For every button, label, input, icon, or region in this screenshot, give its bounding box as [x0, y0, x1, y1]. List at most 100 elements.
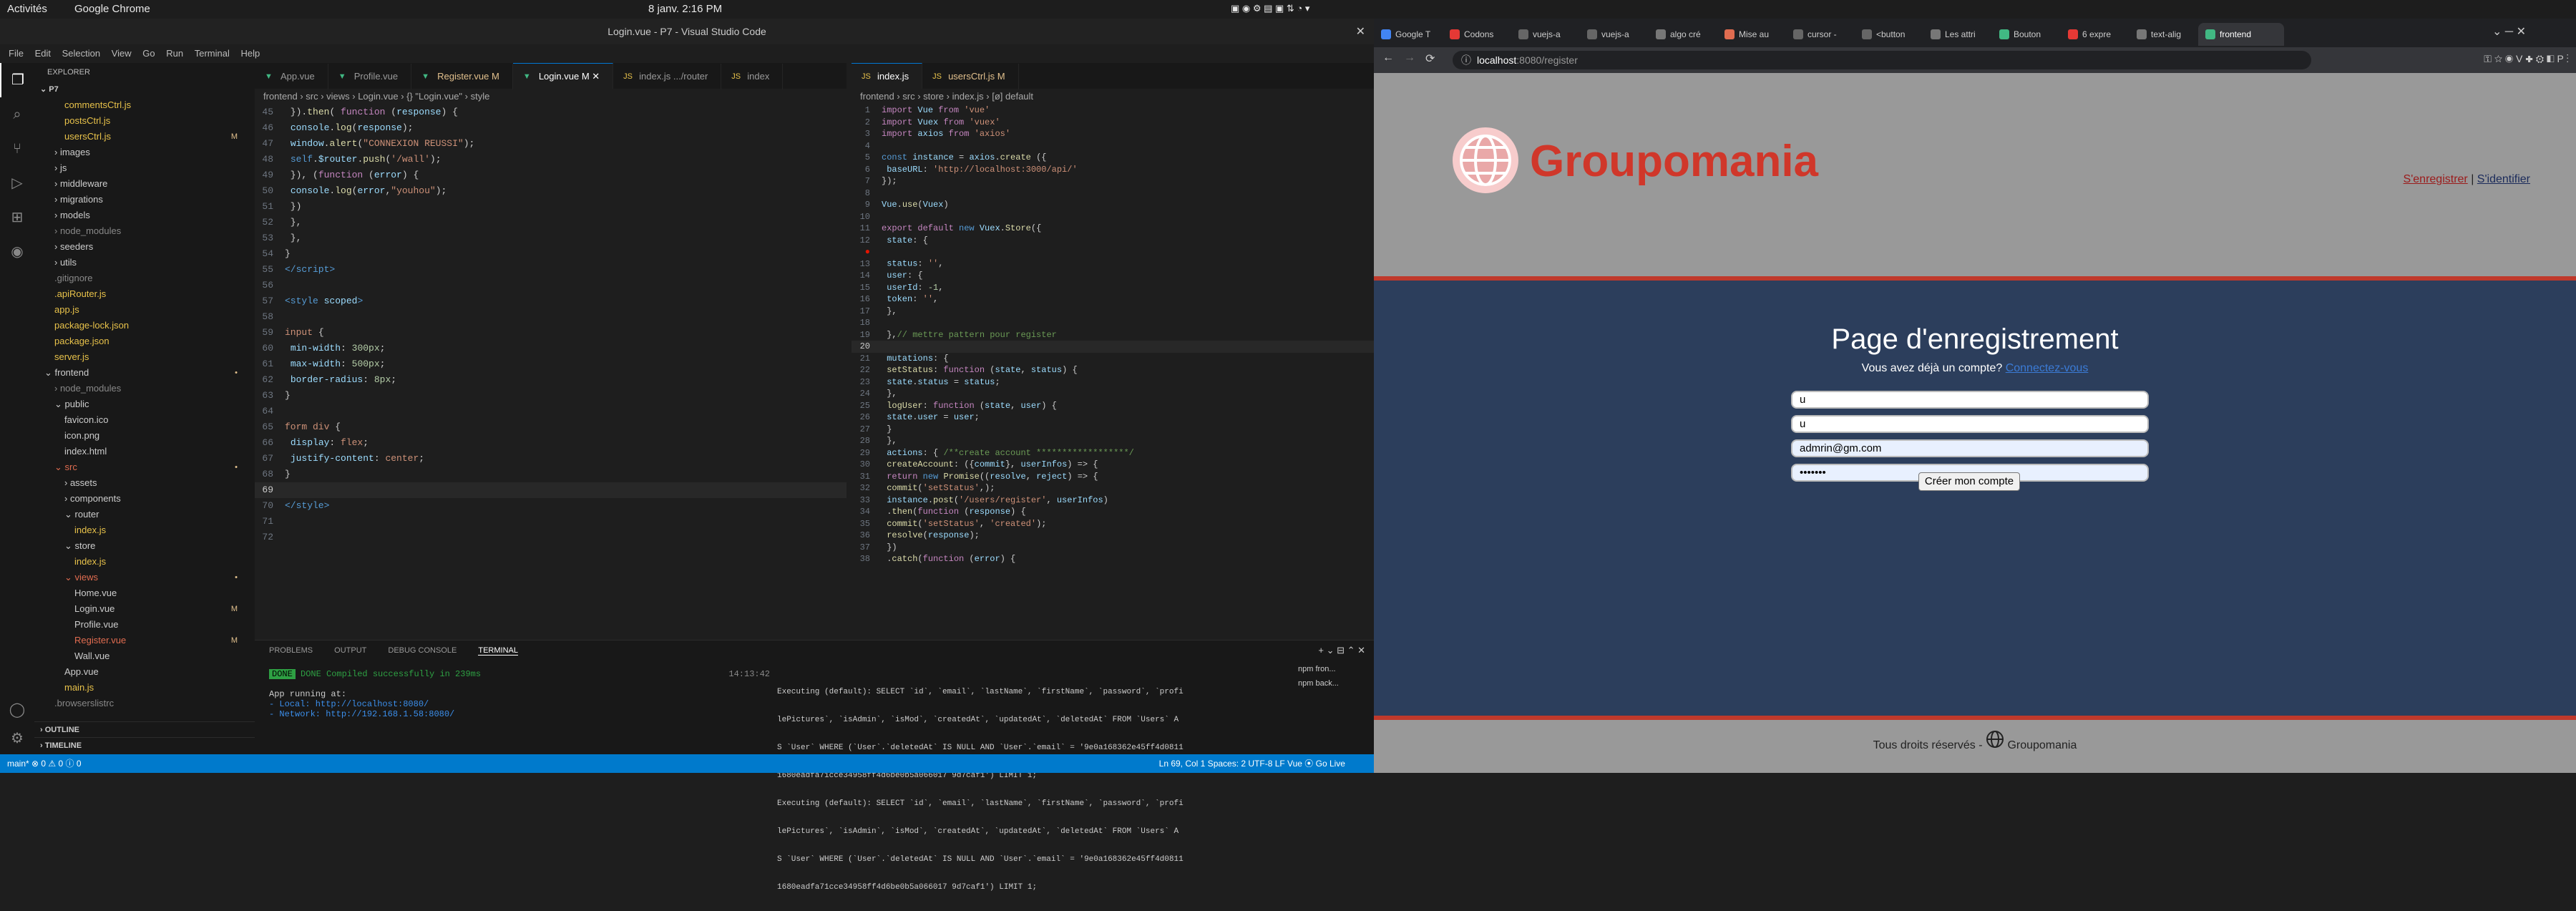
tab-index[interactable]: JS index [721, 64, 784, 89]
tree-item[interactable]: ⌄ src • [34, 459, 255, 475]
create-account-button[interactable]: Créer mon compte [1918, 472, 2020, 491]
panel-actions[interactable]: + ⌄ ⊟ ⌃ ✕ [1318, 645, 1365, 656]
browser-tab[interactable]: Mise au [1717, 23, 1786, 46]
tree-item[interactable]: usersCtrl.js M [34, 129, 255, 145]
tree-item[interactable]: Login.vue M [34, 601, 255, 617]
tree-item[interactable]: › node_modules [34, 223, 255, 239]
address-bar[interactable]: ⓘ localhost:8080/register [1453, 51, 2311, 69]
tab-store-index[interactable]: JS index.js [852, 63, 923, 89]
browser-tab[interactable]: algo cré [1649, 23, 1717, 46]
tree-item[interactable]: postsCtrl.js [34, 113, 255, 129]
breadcrumb-right[interactable]: frontend › src › store › index.js › [ø] … [852, 89, 1374, 104]
tab-output[interactable]: OUTPUT [334, 646, 366, 655]
browser-tab[interactable]: vuejs-a [1580, 23, 1649, 46]
source-control-icon[interactable]: ⑂ [0, 132, 34, 166]
tab-problems[interactable]: PROBLEMS [269, 646, 313, 655]
tree-item[interactable]: › utils [34, 255, 255, 271]
explorer-icon[interactable]: ❐ [0, 63, 34, 97]
run-debug-icon[interactable]: ▷ [0, 166, 34, 200]
browser-tab[interactable]: cursor - [1786, 23, 1855, 46]
login-link[interactable]: S'identifier [2477, 173, 2530, 185]
status-left[interactable]: main* ⊗ 0 ⚠ 0 ⓘ 0 [7, 759, 82, 769]
tree-item[interactable]: › middleware [34, 176, 255, 192]
tree-item[interactable]: Profile.vue [34, 617, 255, 633]
terminal-vue-cli[interactable]: DONE DONE Compiled successfully in 239ms… [269, 669, 770, 719]
tree-item[interactable]: › components [34, 491, 255, 507]
extension-icons[interactable]: ⚿ ☆ ◉ V ✚ ⚙ ◧ P ⋮ [2484, 53, 2569, 65]
browser-tab[interactable]: vuejs-a [1511, 23, 1580, 46]
browser-tab[interactable]: text-alig [2129, 23, 2198, 46]
tree-item[interactable]: server.js [34, 349, 255, 365]
close-icon[interactable]: ✕ [1356, 24, 1365, 39]
tree-item[interactable]: App.vue [34, 664, 255, 680]
tree-item[interactable]: › images [34, 145, 255, 160]
reload-icon[interactable]: ⟳ [1425, 52, 1435, 66]
project-root[interactable]: ⌄ P7 [34, 82, 255, 97]
tree-item[interactable]: › migrations [34, 192, 255, 208]
forward-icon[interactable]: → [1404, 52, 1415, 64]
tree-item[interactable]: commentsCtrl.js [34, 97, 255, 113]
site-logo[interactable]: Groupomania [1530, 136, 1818, 187]
browser-tab[interactable]: Bouton [1992, 23, 2061, 46]
browser-tab[interactable]: Les attri [1923, 23, 1992, 46]
breadcrumb-left[interactable]: frontend › src › views › Login.vue › {} … [255, 89, 847, 104]
browser-tab[interactable]: Google T [1374, 23, 1443, 46]
github-icon[interactable]: ◉ [0, 235, 34, 269]
tree-item[interactable]: .browserslistrc [34, 696, 255, 711]
tree-item[interactable]: Register.vue M [34, 633, 255, 648]
code-store-index[interactable]: 1 import Vue from 'vue' 2 import Vuex from… [852, 104, 1374, 565]
tree-item[interactable]: .apiRouter.js [34, 286, 255, 302]
terminal-item[interactable]: npm back... [1298, 676, 1370, 691]
tab-login-vue[interactable]: ▼ Login.vue M ✕ [512, 63, 614, 89]
tab-profile-vue[interactable]: ▼ Profile.vue [328, 64, 412, 89]
tab-register-vue[interactable]: ▼ Register.vue M [411, 64, 513, 89]
tree-item[interactable]: ⌄ router [34, 507, 255, 522]
tree-item[interactable]: ⌄ store [34, 538, 255, 554]
tab-router-index[interactable]: JS index.js .../router [613, 64, 722, 89]
tree-item[interactable]: ⌄ public [34, 396, 255, 412]
browser-tab[interactable]: 6 expre [2061, 23, 2129, 46]
tree-item[interactable]: index.js [34, 554, 255, 570]
menu-terminal[interactable]: Terminal [195, 48, 230, 59]
browser-tab[interactable]: <button [1855, 23, 1923, 46]
lastname-input[interactable]: u [1791, 415, 2149, 433]
terminal-backend[interactable]: Executing (default): SELECT `id`, `email… [777, 669, 1299, 911]
tab-debug-console[interactable]: DEBUG CONSOLE [388, 646, 457, 655]
tree-item[interactable]: icon.png [34, 428, 255, 444]
tree-item[interactable]: › seeders [34, 239, 255, 255]
extensions-icon[interactable]: ⊞ [0, 200, 34, 235]
menu-file[interactable]: File [9, 48, 24, 59]
status-right[interactable]: Ln 69, Col 1 Spaces: 2 UTF-8 LF Vue ⦿ Go… [1159, 754, 1345, 773]
code-login-vue[interactable]: 45 }).then( function (response) { 46 con… [255, 104, 847, 545]
tree-item[interactable]: ⌄ frontend • [34, 365, 255, 381]
tree-item[interactable]: app.js [34, 302, 255, 318]
tree-item[interactable]: package.json [34, 333, 255, 349]
terminal-item[interactable]: npm fron... [1298, 662, 1370, 676]
tree-item[interactable]: ⌄ views • [34, 570, 255, 585]
activities-button[interactable]: Activités [7, 3, 47, 15]
menu-edit[interactable]: Edit [35, 48, 51, 59]
menu-run[interactable]: Run [166, 48, 183, 59]
tray-icons[interactable]: ▣ ◉ ⚙ ▤ ▣ ⇅ ◔ ▾ [1231, 3, 1309, 14]
menu-view[interactable]: View [112, 48, 132, 59]
browser-tab[interactable]: Codons [1443, 23, 1511, 46]
tree-item[interactable]: › node_modules [34, 381, 255, 396]
tree-item[interactable]: package-lock.json [34, 318, 255, 333]
clock[interactable]: 8 janv. 2:16 PM [648, 3, 722, 15]
timeline-section[interactable]: › TIMELINE [34, 737, 255, 753]
back-icon[interactable]: ← [1382, 52, 1394, 64]
window-controls[interactable]: ⌄ ─ ✕ [2492, 24, 2526, 39]
gear-icon[interactable]: ⚙ [0, 721, 34, 756]
connect-link[interactable]: Connectez-vous [2006, 362, 2089, 374]
tab-terminal[interactable]: TERMINAL [478, 646, 518, 656]
tree-item[interactable]: Home.vue [34, 585, 255, 601]
outline-section[interactable]: › OUTLINE [34, 721, 255, 737]
tree-item[interactable]: .gitignore [34, 271, 255, 286]
email-input[interactable]: admrin@gm.com [1791, 439, 2149, 457]
tree-item[interactable]: main.js [34, 680, 255, 696]
browser-tab[interactable]: frontend [2198, 23, 2284, 46]
firstname-input[interactable]: u [1791, 391, 2149, 409]
register-link[interactable]: S'enregistrer [2404, 173, 2468, 185]
tree-item[interactable]: › js [34, 160, 255, 176]
menu-help[interactable]: Help [241, 48, 260, 59]
